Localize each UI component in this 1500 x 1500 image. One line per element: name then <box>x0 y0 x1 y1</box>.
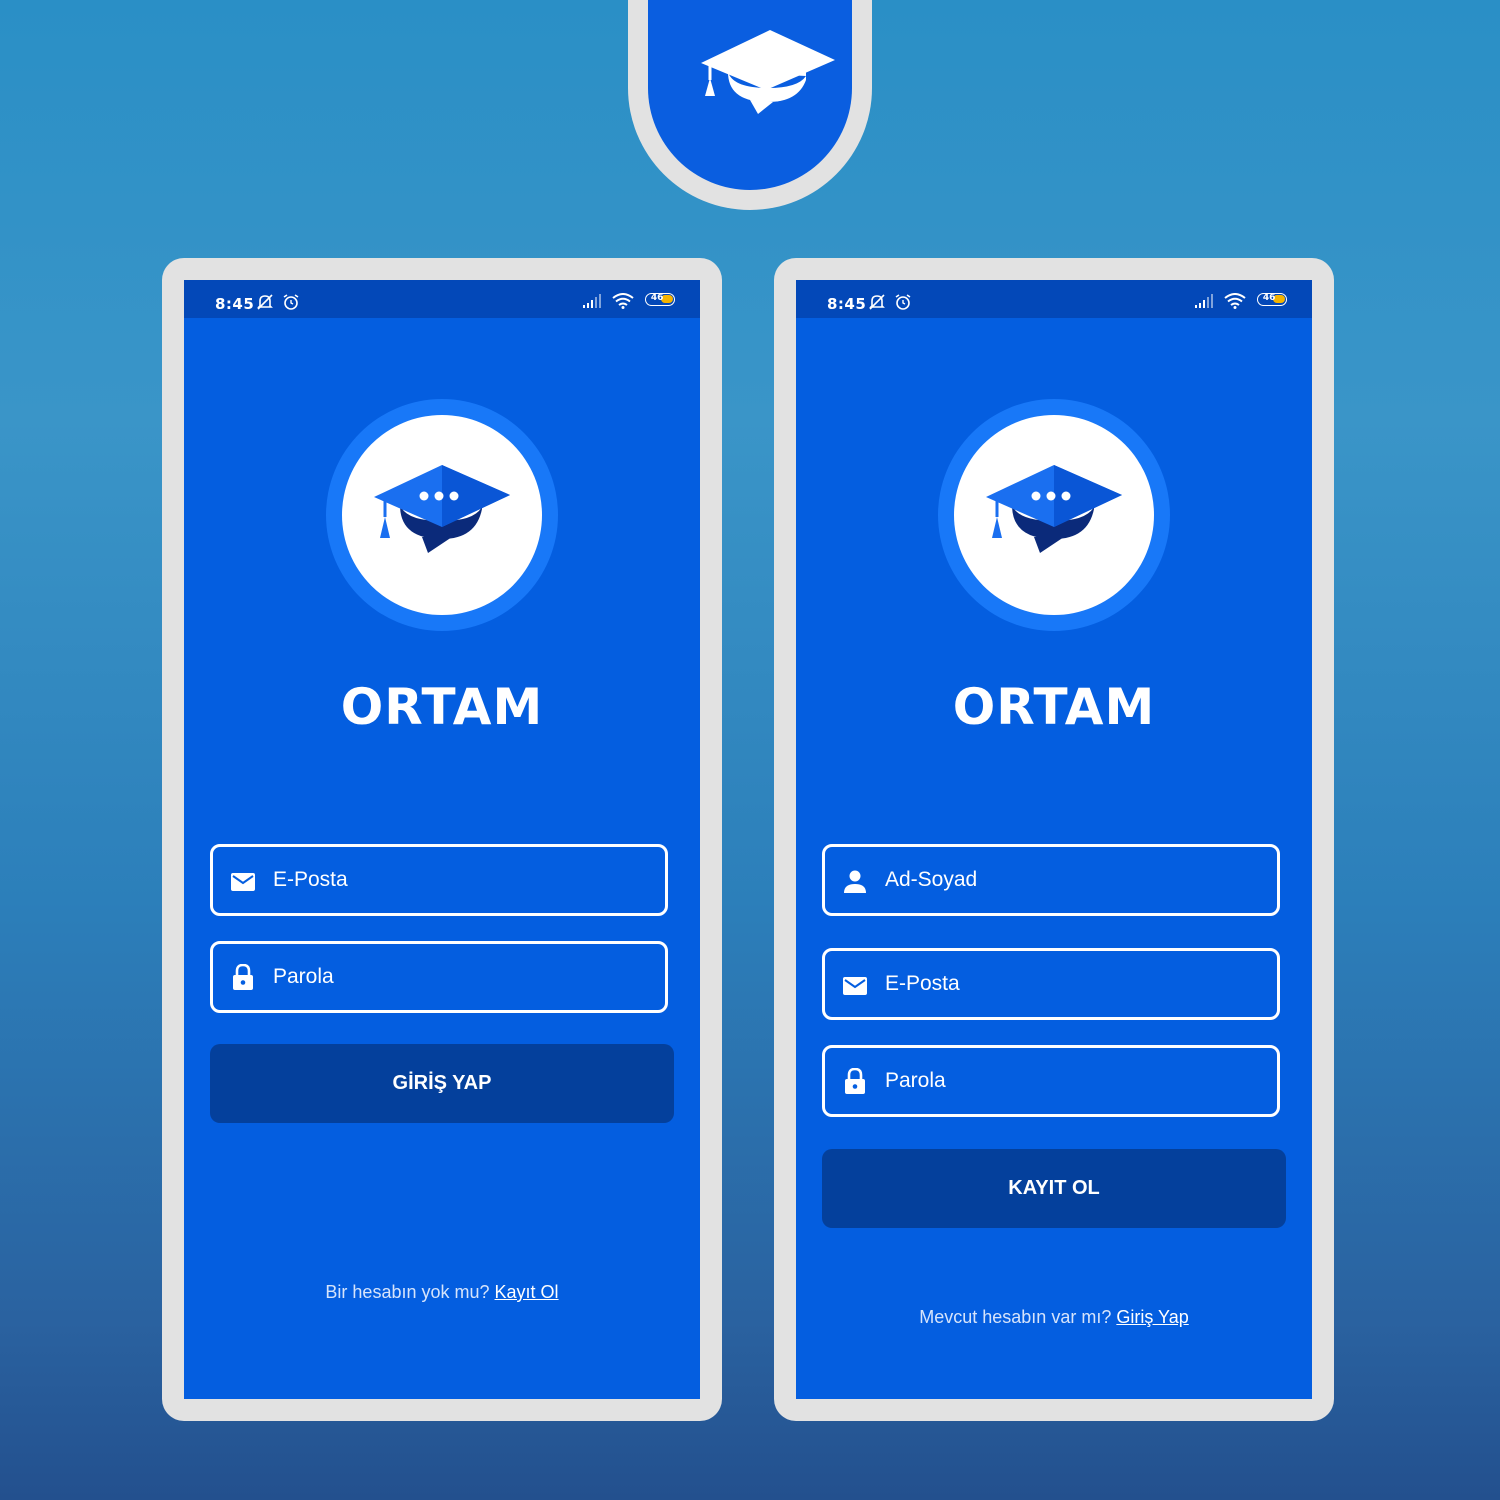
status-time: 8:45 <box>827 295 867 313</box>
battery-level: 46 <box>1262 293 1276 303</box>
status-bar: 8:45 46 <box>796 280 1312 318</box>
person-icon <box>844 870 866 893</box>
fullname-input[interactable] <box>885 847 1265 913</box>
alarm-icon <box>284 294 299 310</box>
graduation-cap-chat-icon <box>701 30 835 114</box>
logo-circle <box>954 415 1154 615</box>
login-button[interactable]: GİRİŞ YAP <box>210 1044 674 1123</box>
register-prompt-text: Bir hesabın yok mu? <box>325 1282 490 1302</box>
brand-title: ORTAM <box>340 678 544 736</box>
battery-level: 46 <box>650 293 664 303</box>
status-left-icons <box>256 293 300 311</box>
password-field[interactable] <box>822 1045 1280 1117</box>
battery-icon: 46 <box>1256 293 1287 306</box>
mail-icon <box>843 977 867 995</box>
graduation-cap-chat-icon <box>374 465 510 553</box>
login-link[interactable]: Giriş Yap <box>1116 1307 1188 1327</box>
app-logo <box>938 399 1170 631</box>
register-screen: 8:45 46 ORTAM Ad-Soyad E-Posta KAYIT OL … <box>796 280 1312 1399</box>
alarm-icon <box>896 294 911 310</box>
battery-icon: 46 <box>644 293 675 306</box>
register-prompt: Bir hesabın yok mu? Kayıt Ol <box>184 1282 700 1303</box>
status-time: 8:45 <box>215 295 255 313</box>
login-phone-frame: 8:45 46 ORTAM E-Posta GİRİŞ YAP Bir hesa… <box>162 258 722 1421</box>
login-screen: 8:45 46 ORTAM E-Posta GİRİŞ YAP Bir hesa… <box>184 280 700 1399</box>
lock-icon <box>233 964 253 990</box>
wifi-icon <box>612 293 635 309</box>
status-right-icons: 46 <box>582 293 675 311</box>
register-link[interactable]: Kayıt Ol <box>495 1282 559 1302</box>
logo-circle <box>342 415 542 615</box>
email-field[interactable] <box>822 948 1280 1020</box>
login-prompt: Mevcut hesabın var mı? Giriş Yap <box>796 1307 1312 1328</box>
password-field[interactable] <box>210 941 668 1013</box>
app-icon-badge <box>628 0 872 210</box>
fullname-field[interactable] <box>822 844 1280 916</box>
signal-icon <box>583 294 601 308</box>
password-input[interactable] <box>885 1048 1265 1114</box>
wifi-icon <box>1224 293 1247 309</box>
brand-title: ORTAM <box>952 678 1156 736</box>
lock-icon <box>845 1068 865 1094</box>
notifications-off-icon <box>257 294 273 310</box>
notifications-off-icon <box>869 294 885 310</box>
email-input[interactable] <box>885 951 1265 1017</box>
status-left-icons <box>868 293 912 311</box>
mail-icon <box>231 873 255 891</box>
status-right-icons: 46 <box>1194 293 1287 311</box>
email-input[interactable] <box>273 847 653 913</box>
status-bar: 8:45 46 <box>184 280 700 318</box>
email-field[interactable] <box>210 844 668 916</box>
login-prompt-text: Mevcut hesabın var mı? <box>919 1307 1112 1327</box>
register-button[interactable]: KAYIT OL <box>822 1149 1286 1228</box>
register-phone-frame: 8:45 46 ORTAM Ad-Soyad E-Posta KAYIT OL … <box>774 258 1334 1421</box>
graduation-cap-chat-icon <box>986 465 1122 553</box>
app-logo <box>326 399 558 631</box>
signal-icon <box>1195 294 1213 308</box>
password-input[interactable] <box>273 944 653 1010</box>
app-icon-background <box>648 0 852 190</box>
